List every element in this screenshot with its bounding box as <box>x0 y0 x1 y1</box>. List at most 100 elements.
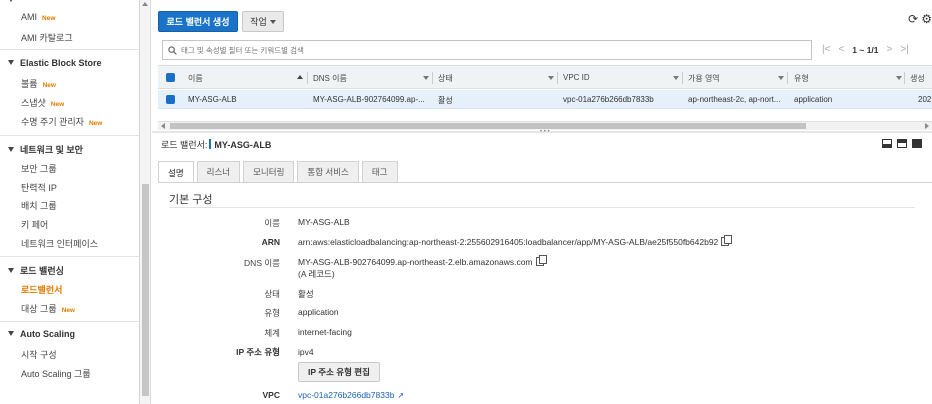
panel-full-icon[interactable] <box>912 139 922 148</box>
sidebar-section-title: 네트워크 및 보안 <box>20 145 83 155</box>
sidebar-divider <box>0 256 139 257</box>
sidebar-section-ebs[interactable]: Elastic Block Store <box>8 58 102 68</box>
sidebar-divider <box>0 135 139 136</box>
sidebar-item-security-groups[interactable]: 보안 그룹 <box>21 162 57 175</box>
sidebar-item-target-groups[interactable]: 대상 그룹 New <box>21 302 75 315</box>
collapse-triangle-icon <box>8 331 14 336</box>
cell-availability-zone: ap-northeast-2c, ap-nort... <box>688 95 781 104</box>
sidebar-section-load-balancing[interactable]: 로드 밸런싱 <box>8 264 64 277</box>
sidebar-item-lifecycle-manager[interactable]: 수명 주기 관리자 New <box>21 115 102 128</box>
new-badge: New <box>42 15 56 22</box>
column-separator <box>787 72 788 84</box>
column-header-vpc-id[interactable]: VPC ID <box>563 73 590 82</box>
column-header-status[interactable]: 상태 <box>438 73 453 84</box>
sidebar-item-launch-configurations[interactable]: 시작 구성 <box>21 348 57 361</box>
actions-label: 작업 <box>250 17 267 27</box>
column-separator <box>904 72 905 84</box>
column-header-created[interactable]: 생성 <box>910 73 925 84</box>
section-divider <box>169 207 915 208</box>
tab-integrated-services[interactable]: 통합 서비스 <box>297 161 359 182</box>
next-page-button[interactable]: > <box>887 44 893 55</box>
gear-icon[interactable]: ⚙ <box>921 12 932 26</box>
sidebar-section-network[interactable]: 네트워크 및 보안 <box>8 143 83 156</box>
sidebar-item-label: 수명 주기 관리자 <box>21 117 84 127</box>
scrollbar-thumb[interactable] <box>142 184 149 396</box>
column-separator <box>557 72 558 84</box>
sidebar-item-auto-scaling-groups[interactable]: Auto Scaling 그룹 <box>21 367 91 380</box>
sidebar-item-key-pairs[interactable]: 키 페어 <box>21 218 48 231</box>
panel-top-icon[interactable] <box>897 139 907 148</box>
table-header: 이름 DNS 이름 상태 VPC ID 가용 영역 유형 생성 <box>158 65 932 89</box>
tab-description[interactable]: 설명 <box>158 161 194 183</box>
column-separator <box>307 72 308 84</box>
sidebar-divider <box>0 321 139 322</box>
filter-triangle-icon[interactable] <box>673 76 679 80</box>
filter-triangle-icon[interactable] <box>548 76 554 80</box>
row-checkbox[interactable] <box>166 95 175 104</box>
actions-dropdown-button[interactable]: 작업 <box>242 11 284 32</box>
edit-ip-type-button[interactable]: IP 주소 유형 편집 <box>298 362 380 382</box>
filter-triangle-icon[interactable] <box>896 76 902 80</box>
sidebar-scrollbar[interactable] <box>140 0 151 404</box>
scroll-up-arrow-icon[interactable] <box>142 2 148 6</box>
tab-monitoring[interactable]: 모니터링 <box>243 161 295 182</box>
sort-ascending-icon[interactable] <box>297 75 303 79</box>
panel-bottom-icon[interactable] <box>882 139 892 148</box>
prev-page-button[interactable]: < <box>838 44 844 55</box>
column-header-name[interactable]: 이름 <box>188 73 203 84</box>
sidebar-item-network-interfaces[interactable]: 네트워크 인터페이스 <box>21 237 98 250</box>
sidebar-item-snapshots[interactable]: 스냅샷 New <box>21 96 64 109</box>
field-value-name: MY-ASG-ALB <box>298 217 350 227</box>
last-page-button[interactable]: >| <box>900 44 908 55</box>
sidebar-item-elastic-ips[interactable]: 탄력적 IP <box>21 181 57 194</box>
filter-triangle-icon[interactable] <box>778 76 784 80</box>
sidebar-item-label: 시작 구성 <box>21 350 57 360</box>
filter-triangle-icon[interactable] <box>423 76 429 80</box>
detail-prefix: 로드 밸런서: <box>161 140 208 150</box>
scroll-right-arrow-icon[interactable] <box>925 123 929 129</box>
detail-title: 로드 밸런서: MY-ASG-ALB <box>161 138 271 151</box>
search-box[interactable] <box>162 40 812 60</box>
cell-type: application <box>794 95 833 104</box>
sidebar-item-volumes[interactable]: 볼륨 New <box>21 77 56 90</box>
field-label-type: 유형 <box>264 308 280 318</box>
sidebar-item-placement-groups[interactable]: 배치 그룹 <box>21 199 57 212</box>
sidebar-item-label: 볼륨 <box>21 79 38 89</box>
page-count: 1 ~ 1/1 <box>852 44 879 55</box>
first-page-button[interactable]: |< <box>822 44 830 55</box>
sidebar-item-load-balancers[interactable]: 로드밸런서 <box>21 283 62 296</box>
sidebar-section-title: 로드 밸런싱 <box>20 266 64 276</box>
select-all-checkbox[interactable] <box>166 73 175 82</box>
cell-name: MY-ASG-ALB <box>188 95 237 104</box>
scroll-left-arrow-icon[interactable] <box>161 123 165 129</box>
field-value-dns-record: (A 레코드) <box>298 269 335 279</box>
sidebar-item-ami[interactable]: AMI New <box>21 12 55 22</box>
column-header-availability-zone[interactable]: 가용 영역 <box>688 73 720 84</box>
scrollbar-thumb[interactable] <box>170 123 806 129</box>
sidebar-section-images[interactable] <box>8 0 20 5</box>
tab-listeners[interactable]: 리스너 <box>196 161 241 182</box>
search-input[interactable] <box>181 45 801 55</box>
sidebar-section-auto-scaling[interactable]: Auto Scaling <box>8 329 75 339</box>
field-value-vpc-link[interactable]: vpc-01a276b266db7833b ↗ <box>298 390 404 400</box>
copy-icon[interactable] <box>535 255 547 266</box>
refresh-icon[interactable]: ⟳ <box>908 12 918 26</box>
create-load-balancer-button[interactable]: 로드 밸런서 생성 <box>158 11 238 32</box>
vpc-link-text[interactable]: vpc-01a276b266db7833b <box>298 390 394 400</box>
field-label-name: 이름 <box>264 218 280 228</box>
sidebar-section-title: Auto Scaling <box>20 329 76 339</box>
search-icon <box>168 45 177 55</box>
drag-grip-icon[interactable]: • • • <box>540 129 550 135</box>
chevron-down-icon <box>269 19 276 24</box>
tab-tags[interactable]: 태그 <box>361 161 398 182</box>
sidebar-item-ami-catalog[interactable]: AMI 카탈로그 <box>21 31 73 44</box>
sidebar-item-label: 키 페어 <box>21 220 49 230</box>
section-title: 기본 구성 <box>169 194 213 206</box>
field-label-dns: DNS 이름 <box>244 258 280 268</box>
column-header-type[interactable]: 유형 <box>794 73 809 84</box>
collapse-triangle-icon <box>8 147 14 152</box>
copy-icon[interactable] <box>721 235 733 246</box>
table-row[interactable]: MY-ASG-ALB MY-ASG-ALB-902764099.ap-... 활… <box>158 90 932 109</box>
collapse-triangle-icon <box>8 0 14 2</box>
column-header-dns[interactable]: DNS 이름 <box>313 73 347 84</box>
